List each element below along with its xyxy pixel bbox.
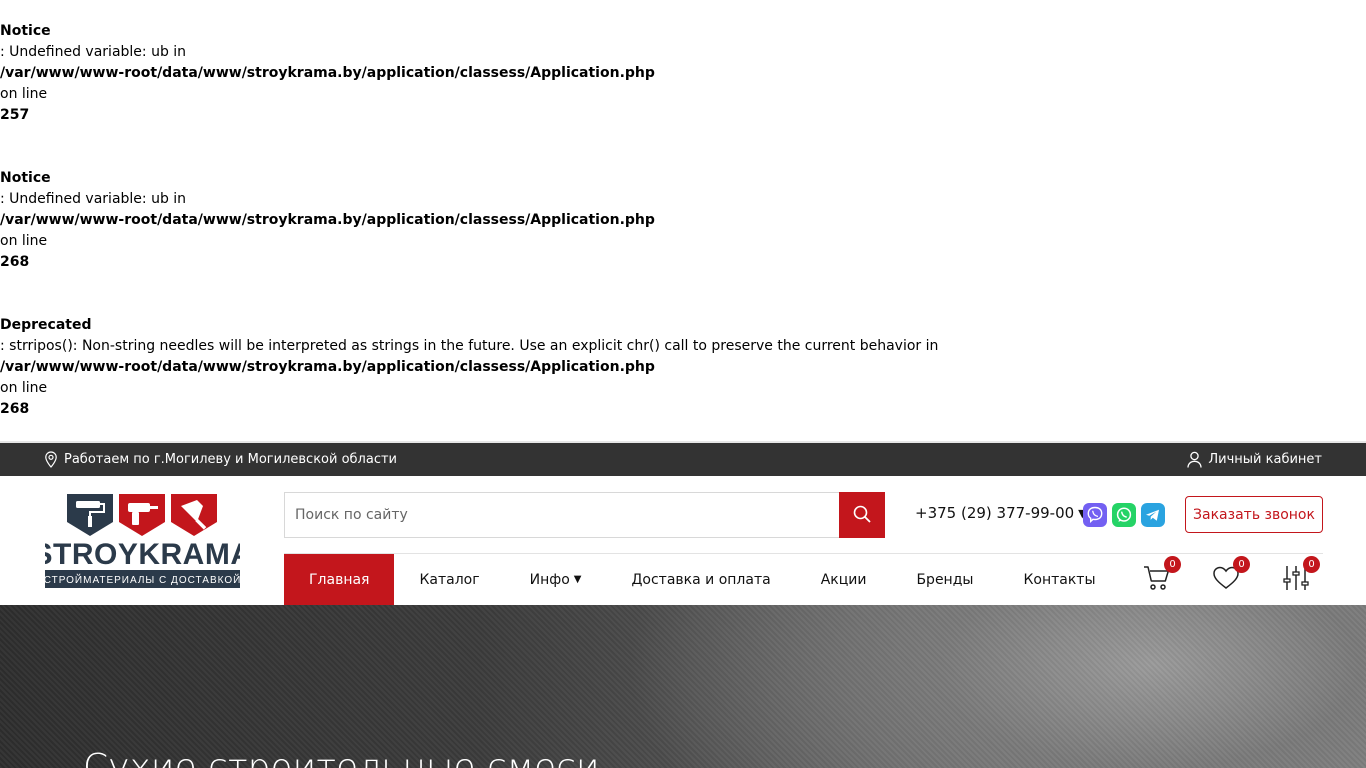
- site-header: STROYKRAMA СТРОЙМАТЕРИАЛЫ С ДОСТАВКОЙ +3…: [0, 476, 1366, 605]
- error-file: /var/www/www-root/data/www/stroykrama.by…: [0, 65, 655, 81]
- main-nav: Главная Каталог Инфо ▼ Доставка и оплата…: [284, 554, 1121, 605]
- top-info-bar: Работаем по г.Могилеву и Могилевской обл…: [0, 441, 1366, 476]
- location-pin-icon: [44, 451, 58, 468]
- error-on-line: on line: [0, 86, 48, 102]
- account-link[interactable]: Личный кабинет: [1187, 451, 1322, 468]
- error-block: Notice : Undefined variable: ub in /var/…: [0, 168, 1366, 273]
- phone-number: +375 (29) 377-99-00: [915, 504, 1075, 522]
- logo-brand-text: STROYKRAMA: [45, 538, 240, 571]
- error-type: Notice: [0, 170, 51, 186]
- favorites-button[interactable]: 0: [1212, 556, 1250, 596]
- cart-icon: [1143, 566, 1171, 596]
- phone-dropdown[interactable]: +375 (29) 377-99-00 ▼: [915, 504, 1087, 522]
- viber-icon[interactable]: [1083, 503, 1107, 527]
- nav-item-info-label: Инфо: [529, 571, 570, 588]
- error-message: : Undefined variable: ub in: [0, 191, 187, 207]
- nav-item-delivery[interactable]: Доставка и оплата: [606, 554, 795, 605]
- hero-title: Сухие строительные смеси: [83, 747, 600, 768]
- error-type: Deprecated: [0, 317, 92, 333]
- hero-banner: Сухие строительные смеси: [0, 605, 1366, 768]
- error-line: 268: [0, 401, 30, 417]
- search-form: [284, 492, 885, 538]
- search-icon: [853, 505, 871, 526]
- heart-icon: [1212, 566, 1240, 596]
- cart-button[interactable]: 0: [1143, 556, 1181, 596]
- compare-count-badge: 0: [1303, 556, 1320, 573]
- compare-sliders-icon: [1282, 566, 1310, 596]
- error-message: : Undefined variable: ub in: [0, 44, 187, 60]
- favorites-count-badge: 0: [1233, 556, 1250, 573]
- error-on-line: on line: [0, 380, 48, 396]
- error-block: Notice : Undefined variable: ub in /var/…: [0, 21, 1366, 126]
- account-link-label: Личный кабинет: [1208, 452, 1322, 467]
- nav-item-catalog[interactable]: Каталог: [394, 554, 504, 605]
- nav-item-promotions[interactable]: Акции: [796, 554, 892, 605]
- nav-item-contacts[interactable]: Контакты: [998, 554, 1120, 605]
- user-icon: [1187, 451, 1203, 468]
- error-line: 257: [0, 107, 30, 123]
- site-logo[interactable]: STROYKRAMA СТРОЙМАТЕРИАЛЫ С ДОСТАВКОЙ: [33, 494, 252, 588]
- messenger-links: [1083, 503, 1165, 527]
- request-callback-button[interactable]: Заказать звонок: [1185, 496, 1323, 533]
- logo-tagline: СТРОЙМАТЕРИАЛЫ С ДОСТАВКОЙ: [45, 573, 240, 586]
- error-message: : strripos(): Non-string needles will be…: [0, 338, 939, 354]
- service-area: Работаем по г.Могилеву и Могилевской обл…: [44, 451, 397, 468]
- error-file: /var/www/www-root/data/www/stroykrama.by…: [0, 212, 655, 228]
- search-input[interactable]: [284, 492, 839, 538]
- whatsapp-icon[interactable]: [1112, 503, 1136, 527]
- error-line: 268: [0, 254, 30, 270]
- php-error-output: Notice : Undefined variable: ub in /var/…: [0, 21, 1366, 420]
- search-button[interactable]: [839, 492, 885, 538]
- error-block: Deprecated : strripos(): Non-string need…: [0, 315, 1366, 420]
- cart-count-badge: 0: [1164, 556, 1181, 573]
- nav-item-brands[interactable]: Бренды: [891, 554, 998, 605]
- telegram-icon[interactable]: [1141, 503, 1165, 527]
- hero-texture: [0, 605, 1366, 768]
- caret-down-icon: ▼: [573, 574, 582, 585]
- nav-item-info[interactable]: Инфо ▼: [505, 554, 607, 605]
- nav-item-home[interactable]: Главная: [284, 554, 395, 605]
- service-area-text: Работаем по г.Могилеву и Могилевской обл…: [64, 452, 397, 467]
- error-type: Notice: [0, 23, 51, 39]
- error-file: /var/www/www-root/data/www/stroykrama.by…: [0, 359, 655, 375]
- compare-button[interactable]: 0: [1282, 556, 1320, 596]
- error-on-line: on line: [0, 233, 48, 249]
